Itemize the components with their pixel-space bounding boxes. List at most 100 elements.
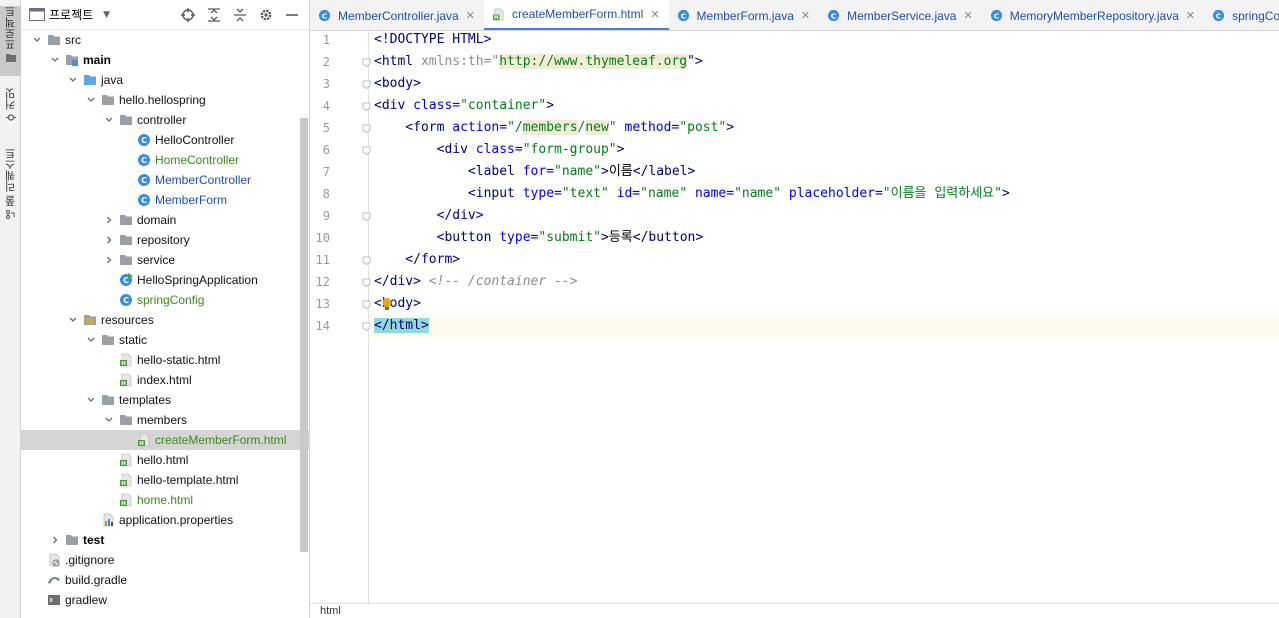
project-tool-button[interactable]: 프로젝트 <box>0 6 21 76</box>
code-token: 이름 <box>608 164 633 179</box>
code-line[interactable]: <body> <box>370 73 1279 95</box>
code-line[interactable]: <!DOCTYPE HTML> <box>370 29 1279 51</box>
close-icon[interactable]: ✕ <box>466 9 475 22</box>
tree-node[interactable]: hello.hellospring <box>21 90 309 110</box>
code-token: <button <box>374 230 500 245</box>
tree-node[interactable]: test <box>21 530 309 550</box>
tree-node[interactable]: Hhello.html <box>21 450 309 470</box>
tree-node[interactable]: static <box>21 330 309 350</box>
tree-node-label: static <box>119 333 148 347</box>
code-line[interactable]: <button type="submit">등록</button> <box>370 227 1279 249</box>
tree-node[interactable]: main <box>21 50 309 70</box>
project-panel-title[interactable]: 프로젝트 <box>49 6 93 23</box>
script-file-icon <box>47 593 61 607</box>
chevron-right-icon[interactable] <box>103 214 115 226</box>
editor-tab[interactable]: C MemoryMemberRepository.java ✕ <box>982 0 1204 30</box>
code-token: </button> <box>632 230 704 245</box>
editor-tab[interactable]: CspringConfi <box>1204 0 1279 30</box>
code-line[interactable]: <form action="/members/new" method="post… <box>370 117 1279 139</box>
chevron-down-icon[interactable] <box>85 334 97 346</box>
gear-icon[interactable] <box>257 6 275 24</box>
chevron-down-icon[interactable] <box>67 74 79 86</box>
tree-node[interactable]: C HelloSpringApplication <box>21 270 309 290</box>
code-line[interactable]: </html> <box>370 315 1279 337</box>
chevron-down-icon[interactable] <box>31 34 43 46</box>
chevron-right-icon[interactable] <box>49 534 61 546</box>
code-line[interactable]: <div class="form-group"> <box>370 139 1279 161</box>
tree-node[interactable]: src <box>21 30 309 50</box>
code-line[interactable]: <div class="container"> <box>370 95 1279 117</box>
package-icon <box>119 113 133 127</box>
editor-area: C MemberController.java ✕ HcreateMemberForm… <box>310 0 1279 618</box>
code-token: type= <box>499 230 539 245</box>
tree-node-label: java <box>101 73 124 87</box>
expand-all-icon[interactable] <box>205 6 223 24</box>
tree-node[interactable]: C MemberController <box>21 170 309 190</box>
tree-node[interactable]: resources <box>21 310 309 330</box>
tree-node[interactable]: templates <box>21 390 309 410</box>
close-icon[interactable]: ✕ <box>1186 9 1195 22</box>
close-icon[interactable]: ✕ <box>963 9 972 22</box>
chevron-down-icon[interactable]: ▼ <box>103 10 110 20</box>
tree-node[interactable]: java <box>21 70 309 90</box>
code-line[interactable]: <body> <box>370 293 1279 315</box>
tree-node[interactable]: C MemberForm <box>21 190 309 210</box>
commit-tool-button[interactable]: 커밋 <box>0 88 21 132</box>
tree-node[interactable]: domain <box>21 210 309 230</box>
collapse-all-icon[interactable] <box>231 6 249 24</box>
chevron-down-icon[interactable] <box>85 94 97 106</box>
code-line[interactable]: <input type="text" id="name" name="name"… <box>370 183 1279 205</box>
svg-text:C: C <box>993 11 998 20</box>
tree-node[interactable]: C HomeController <box>21 150 309 170</box>
lightbulb-icon[interactable] <box>381 297 393 311</box>
code-line[interactable]: <label for="name">이름</label> <box>370 161 1279 183</box>
tree-node[interactable]: .gitignore <box>21 550 309 570</box>
chevron-down-icon[interactable] <box>67 314 79 326</box>
pull-request-tool-button[interactable]: 풀 리퀘스트 <box>0 148 21 228</box>
svg-text:C: C <box>831 11 836 20</box>
breadcrumb[interactable]: html <box>310 603 1279 618</box>
code-line[interactable]: <html xmlns:th="http://www.thymeleaf.org… <box>370 51 1279 73</box>
spring-app-icon: C <box>119 273 133 287</box>
tree-node[interactable]: Hhome.html <box>21 490 309 510</box>
tree-node[interactable]: repository <box>21 230 309 250</box>
tree-scrollbar[interactable] <box>300 118 308 552</box>
tree-node[interactable]: members <box>21 410 309 430</box>
editor-tab[interactable]: C MemberForm.java ✕ <box>669 0 820 30</box>
tree-node[interactable]: Hindex.html <box>21 370 309 390</box>
editor-tab[interactable]: C MemberController.java ✕ <box>310 0 484 30</box>
code-line[interactable]: </div> <box>370 205 1279 227</box>
tree-node[interactable]: gradlew <box>21 590 309 610</box>
chevron-down-icon[interactable] <box>85 394 97 406</box>
tree-node[interactable]: service <box>21 250 309 270</box>
hide-panel-icon[interactable] <box>283 6 301 24</box>
code-editor[interactable]: <!DOCTYPE HTML> <html xmlns:th="http://ww… <box>370 31 1279 603</box>
editor-tab[interactable]: C MemberService.java ✕ <box>819 0 982 30</box>
tree-node[interactable]: HcreateMemberForm.html <box>21 430 309 450</box>
chevron-down-icon[interactable] <box>103 414 115 426</box>
tree-node[interactable]: build.gradle <box>21 570 309 590</box>
editor-tab[interactable]: HcreateMemberForm.html ✕ <box>483 0 669 30</box>
project-panel-header: 프로젝트 ▼ <box>21 0 309 30</box>
svg-text:H: H <box>121 361 126 367</box>
chevron-right-icon[interactable] <box>103 254 115 266</box>
tree-node[interactable]: Hhello-static.html <box>21 350 309 370</box>
tree-node[interactable]: CspringConfig <box>21 290 309 310</box>
line-number: 10 <box>315 231 330 245</box>
chevron-down-icon[interactable] <box>103 114 115 126</box>
folder-icon <box>5 54 16 62</box>
chevron-right-icon[interactable] <box>103 234 115 246</box>
tree-node[interactable]: controller <box>21 110 309 130</box>
chevron-down-icon[interactable] <box>49 54 61 66</box>
tree-node[interactable]: Hhello-template.html <box>21 470 309 490</box>
close-icon[interactable]: ✕ <box>650 8 659 21</box>
code-line[interactable]: </form> <box>370 249 1279 271</box>
locate-file-icon[interactable] <box>179 6 197 24</box>
code-line[interactable]: </div> <!-- /container --> <box>370 271 1279 293</box>
tree-node[interactable]: C HelloController <box>21 130 309 150</box>
close-icon[interactable]: ✕ <box>801 9 810 22</box>
tree-node[interactable]: application.properties <box>21 510 309 530</box>
